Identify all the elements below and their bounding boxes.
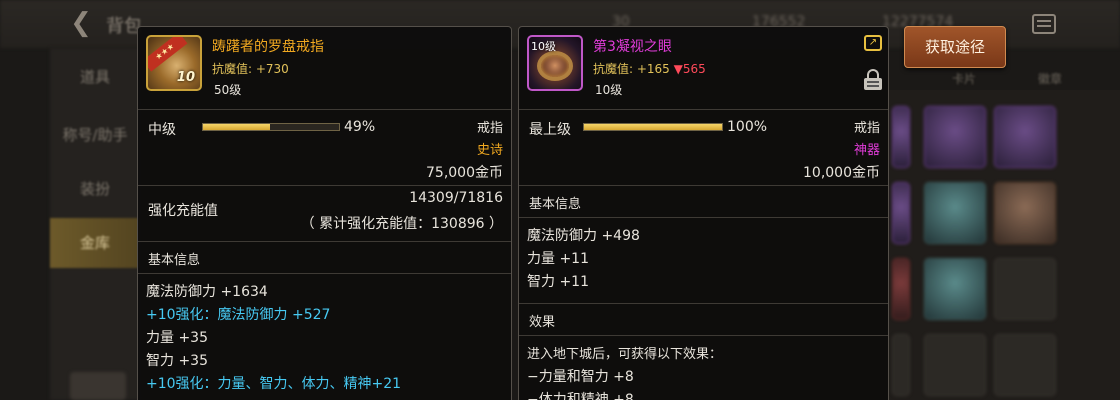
effect-line: 进入地下城后，可获得以下效果： bbox=[527, 347, 723, 362]
item-name: 第3凝视之眼 bbox=[593, 39, 672, 55]
effect-line: −体力和精神 +8 bbox=[527, 392, 634, 400]
amplify-charge-value: 14309/71816 bbox=[409, 190, 503, 206]
item-magic-resist-value: 抗魔值: +165 bbox=[593, 62, 670, 76]
basic-info-title: 基本信息 bbox=[529, 197, 582, 212]
eye-ring-icon: 10级 bbox=[527, 35, 583, 91]
item-tooltip-equipped: ★★★ 10 踌躇者的罗盘戒指 抗魔值: +730 50级 中级 49% 戒指 … bbox=[137, 26, 512, 400]
item-magic-resist: 抗魔值: +730 bbox=[212, 62, 289, 76]
item-tooltip-compare: 10级 第3凝视之眼 抗魔值: +165 ▼565 10级 ↗ 最上级 100%… bbox=[518, 26, 889, 400]
stat-line: 力量 +11 bbox=[527, 251, 589, 267]
tab-badges[interactable]: 徽章 bbox=[1038, 70, 1062, 87]
item-name: 踌躇者的罗盘戒指 bbox=[212, 39, 324, 55]
stat-line-reinforce: +10强化：力量、智力、体力、精神+21 bbox=[146, 376, 402, 392]
item-level-badge: 10级 bbox=[531, 40, 556, 53]
item-grade: 中级 bbox=[148, 122, 176, 138]
item-level: 50级 bbox=[214, 83, 242, 97]
divider bbox=[138, 185, 511, 186]
stat-line: 魔法防御力 +498 bbox=[527, 228, 640, 244]
stat-line: 智力 +35 bbox=[146, 353, 208, 369]
inventory-slot[interactable] bbox=[924, 182, 986, 244]
lock-icon[interactable] bbox=[864, 69, 882, 91]
item-level: 10级 bbox=[595, 83, 623, 97]
amplify-charge-total: （ 累计强化充能值：130896 ） bbox=[300, 216, 503, 232]
divider bbox=[519, 335, 888, 336]
character-portrait bbox=[70, 372, 126, 400]
divider bbox=[519, 109, 888, 110]
item-price: 75,000金币 bbox=[426, 165, 503, 181]
magic-resist-decrease: ▼565 bbox=[673, 62, 706, 76]
divider bbox=[519, 217, 888, 218]
item-rarity: 神器 bbox=[853, 143, 880, 158]
effect-line: −力量和智力 +8 bbox=[527, 369, 634, 385]
divider bbox=[138, 273, 511, 274]
inventory-slot[interactable] bbox=[994, 106, 1056, 168]
stat-line: 力量 +35 bbox=[146, 330, 208, 346]
back-arrow-icon[interactable]: ❮ bbox=[66, 8, 96, 38]
stat-line: 魔法防御力 +1634 bbox=[146, 284, 268, 300]
sidebar-item-vault[interactable]: 金库 bbox=[50, 218, 140, 268]
inventory-slot[interactable] bbox=[892, 182, 910, 244]
tab-cards[interactable]: 卡片 bbox=[952, 70, 976, 87]
item-rarity: 史诗 bbox=[476, 143, 503, 158]
sidebar-item-titles[interactable]: 称号/助手 bbox=[50, 110, 140, 160]
divider bbox=[138, 109, 511, 110]
item-price: 10,000金币 bbox=[803, 165, 880, 181]
inventory-slot[interactable] bbox=[924, 106, 986, 168]
item-magic-resist: 抗魔值: +165 ▼565 bbox=[593, 60, 706, 77]
grade-percent: 100% bbox=[727, 119, 768, 135]
divider bbox=[519, 185, 888, 186]
item-reinforce-badge: 10 bbox=[176, 70, 195, 85]
stat-line-reinforce: +10强化：魔法防御力 +527 bbox=[146, 307, 331, 323]
item-slot-type: 戒指 bbox=[476, 121, 503, 136]
grade-percent: 49% bbox=[344, 119, 376, 135]
divider bbox=[138, 241, 511, 242]
inventory-slot[interactable] bbox=[924, 334, 986, 396]
grade-progress-fill bbox=[584, 124, 722, 130]
ring-gem-icon bbox=[537, 51, 573, 81]
grade-progress-fill bbox=[203, 124, 270, 130]
stat-line: 智力 +11 bbox=[527, 274, 589, 290]
share-icon[interactable]: ↗ bbox=[864, 35, 882, 51]
effect-title: 效果 bbox=[529, 315, 556, 330]
inventory-slot[interactable] bbox=[892, 334, 910, 396]
sidebar-item-avatar[interactable]: 装扮 bbox=[50, 164, 140, 214]
item-slot-type: 戒指 bbox=[853, 121, 880, 136]
basic-info-title: 基本信息 bbox=[148, 253, 201, 268]
inventory-slot[interactable] bbox=[892, 258, 910, 320]
item-grade: 最上级 bbox=[529, 122, 571, 138]
compass-ring-icon: ★★★ 10 bbox=[146, 35, 202, 91]
grade-progress-bar bbox=[202, 123, 340, 131]
inventory-slot[interactable] bbox=[994, 334, 1056, 396]
grade-progress-bar bbox=[583, 123, 723, 131]
inventory-slot[interactable] bbox=[994, 182, 1056, 244]
inventory-slot[interactable] bbox=[924, 258, 986, 320]
inventory-slot[interactable] bbox=[994, 258, 1056, 320]
divider bbox=[519, 303, 888, 304]
lock-body bbox=[864, 78, 882, 90]
chat-window-icon[interactable] bbox=[1032, 14, 1056, 34]
acquire-source-button[interactable]: 获取途径 bbox=[904, 26, 1006, 68]
amplify-charge-label: 强化充能值 bbox=[148, 203, 218, 219]
inventory-slot[interactable] bbox=[892, 106, 910, 168]
sidebar-item-items[interactable]: 道具 bbox=[50, 52, 140, 102]
equipped-ribbon-icon: ★★★ bbox=[148, 37, 188, 72]
